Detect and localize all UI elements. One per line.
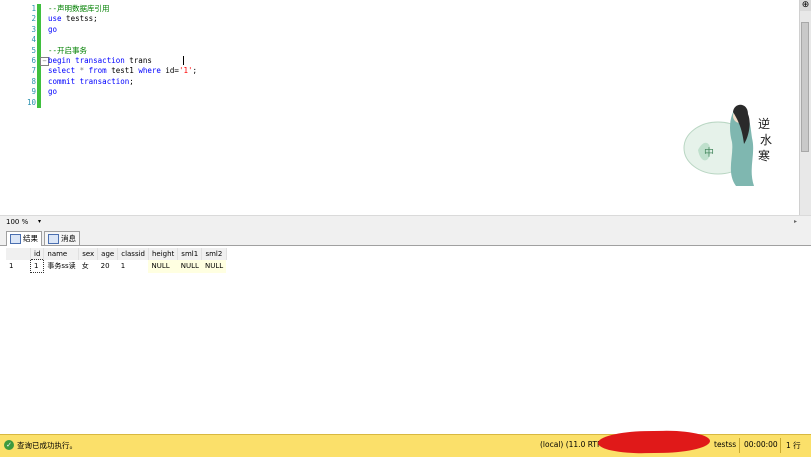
code-token: testss; xyxy=(61,14,98,24)
status-message: 查询已成功执行。 xyxy=(17,441,77,450)
tab-label: 结果 xyxy=(23,234,38,243)
code-token: ; xyxy=(192,66,198,76)
code-token: use xyxy=(48,14,62,24)
column-header-sml2[interactable]: sml2 xyxy=(201,248,227,260)
code-line[interactable]: use testss; xyxy=(48,14,197,24)
cell-age[interactable]: 20 xyxy=(98,260,118,273)
svg-text:寒: 寒 xyxy=(758,148,770,163)
editor-horizontal-bar: 100 % ▾ ▸ xyxy=(0,215,811,229)
column-header-name[interactable]: name xyxy=(43,248,80,260)
cell-sml2[interactable]: NULL xyxy=(201,259,227,273)
text-caret xyxy=(183,56,184,65)
table-header-row: id name sex age classid height sml1 sml2 xyxy=(6,248,227,260)
column-header-sex[interactable]: sex xyxy=(78,248,99,260)
cell-name[interactable]: 事务ss读 xyxy=(44,260,79,273)
cell-id[interactable]: 1 xyxy=(29,259,45,273)
code-token: test1 xyxy=(106,66,139,76)
zoom-dropdown-icon[interactable]: ▾ xyxy=(38,218,41,225)
line-number: 1 xyxy=(31,4,36,13)
status-database: testss xyxy=(714,440,737,449)
scroll-right-icon[interactable]: ▸ xyxy=(794,218,797,225)
status-divider xyxy=(780,438,781,453)
line-number: 10 xyxy=(26,97,36,107)
code-line[interactable]: --声明数据库引用 xyxy=(48,4,197,14)
code-token: from xyxy=(88,66,107,76)
status-elapsed: 00:00:00 xyxy=(744,440,778,449)
line-number: 6 xyxy=(31,55,36,65)
cell-sex[interactable]: 女 xyxy=(79,260,98,273)
code-token: id= xyxy=(160,66,179,76)
results-grid[interactable]: id name sex age classid height sml1 sml2… xyxy=(0,246,811,434)
code-token: trans xyxy=(124,55,152,65)
svg-text:逆: 逆 xyxy=(758,116,770,131)
column-header-age[interactable]: age xyxy=(97,248,119,260)
code-token: commit transaction xyxy=(48,76,130,86)
scrollbar-thumb[interactable] xyxy=(801,22,809,152)
line-number: 4 xyxy=(31,35,36,45)
code-line[interactable] xyxy=(48,98,197,108)
svg-text:中: 中 xyxy=(704,146,714,159)
column-header-classid[interactable]: classid xyxy=(117,248,149,260)
line-number: 2 xyxy=(31,14,36,24)
code-token: begin transaction xyxy=(48,55,125,65)
line-number: 5 xyxy=(31,45,36,55)
status-divider xyxy=(739,438,740,453)
code-line[interactable]: --开启事务 xyxy=(48,46,197,56)
line-numbers: 1 2 3 4 5 6 7 8 9 10 xyxy=(14,4,36,108)
cell-classid[interactable]: 1 xyxy=(118,260,149,273)
grid-icon xyxy=(10,234,21,244)
column-header-sml1[interactable]: sml1 xyxy=(177,248,203,260)
line-number: 9 xyxy=(31,87,36,97)
cell-sml1[interactable]: NULL xyxy=(177,259,202,273)
message-icon xyxy=(48,234,59,244)
code-token: go xyxy=(48,24,58,34)
sql-code[interactable]: --声明数据库引用 use testss; go --开启事务 begin transa… xyxy=(48,4,197,108)
results-table[interactable]: id name sex age classid height sml1 sml2… xyxy=(6,248,227,273)
code-line[interactable]: select * from test1 where id='1'; xyxy=(48,66,197,76)
tab-results[interactable]: 结果 xyxy=(6,231,42,246)
tab-label: 消息 xyxy=(61,234,76,243)
results-tab-strip: 结果 消息 xyxy=(0,229,811,246)
code-token: select xyxy=(48,66,76,76)
row-number[interactable]: 1 xyxy=(6,260,31,273)
code-token: --开启事务 xyxy=(48,45,88,55)
code-line[interactable]: go xyxy=(48,87,197,97)
code-line[interactable]: commit transaction; xyxy=(48,77,197,87)
change-tracking-bar xyxy=(37,4,41,108)
code-token: where xyxy=(138,66,161,76)
split-icon[interactable]: ⊕ xyxy=(800,0,811,11)
cell-height[interactable]: NULL xyxy=(148,259,178,273)
code-token: ; xyxy=(129,76,134,86)
editor-gutter: 1 2 3 4 5 6 7 8 9 10 xyxy=(0,0,37,215)
decorative-character-image: 中 逆 水 寒 xyxy=(683,104,772,186)
table-row[interactable]: 1 1 事务ss读 女 20 1 NULL NULL NULL xyxy=(6,259,227,273)
tab-messages[interactable]: 消息 xyxy=(44,231,80,245)
row-header-corner[interactable] xyxy=(6,248,31,260)
query-editor[interactable]: 1 2 3 4 5 6 7 8 9 10 − --声明数据库引用 use testss; go --开启… xyxy=(0,0,811,215)
code-token: '1' xyxy=(178,66,193,76)
editor-vertical-scrollbar[interactable]: ⊕ xyxy=(799,0,811,215)
column-header-height[interactable]: height xyxy=(148,248,179,260)
status-server: (local) (11.0 RTM) xyxy=(540,440,607,449)
code-token: --声明数据库引用 xyxy=(48,4,110,13)
code-line[interactable]: go xyxy=(48,25,197,35)
code-line[interactable] xyxy=(48,35,197,45)
code-token: * xyxy=(75,66,89,76)
line-number: 8 xyxy=(31,76,36,86)
column-header-id[interactable]: id xyxy=(30,248,45,260)
svg-text:水: 水 xyxy=(760,133,772,147)
success-check-icon: ✓ xyxy=(4,440,14,450)
status-rows: 1 行 xyxy=(786,441,801,450)
zoom-level[interactable]: 100 % xyxy=(6,218,28,226)
line-number: 3 xyxy=(31,24,36,34)
code-line[interactable]: begin transaction trans xyxy=(48,56,197,66)
line-number: 7 xyxy=(31,66,36,76)
code-token: go xyxy=(48,87,58,97)
